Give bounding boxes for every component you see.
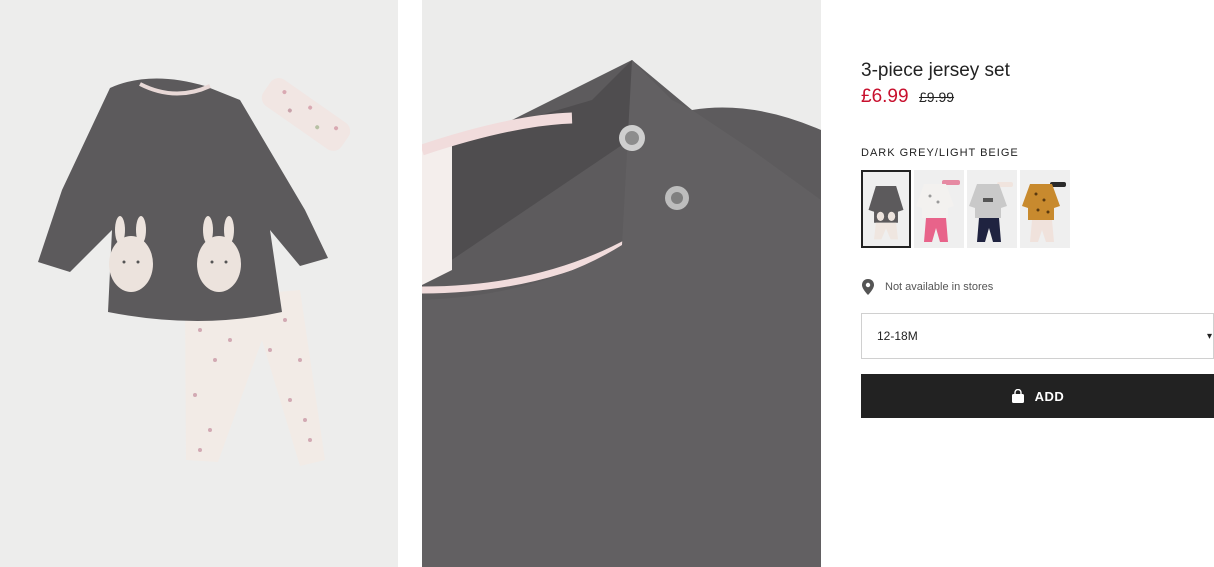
store-availability: Not available in stores <box>861 279 993 295</box>
color-swatch-list <box>861 170 1070 248</box>
original-price: £9.99 <box>919 89 955 105</box>
color-swatch-grey-navy[interactable] <box>967 170 1017 248</box>
location-pin-icon <box>861 279 875 295</box>
product-photo-outfit <box>38 78 351 466</box>
product-photo-closeup <box>422 0 821 567</box>
price-block: £6.99 £9.99 <box>861 86 954 108</box>
size-selected-value: 12-18M <box>877 329 918 343</box>
size-select[interactable]: 12-18M ▾ <box>861 313 1214 359</box>
color-swatch-ochre-leopard[interactable] <box>1020 170 1070 248</box>
add-button-label: ADD <box>1034 388 1065 404</box>
shopping-bag-icon <box>1011 388 1025 403</box>
selected-color-label: DARK GREY/LIGHT BEIGE <box>861 147 1019 159</box>
caret-down-icon: ▾ <box>1206 330 1212 342</box>
swatch-thumbnail <box>1022 182 1066 242</box>
swatch-thumbnail <box>868 186 904 240</box>
product-title: 3-piece jersey set <box>861 60 1010 81</box>
color-swatch-dark-grey[interactable] <box>861 170 911 248</box>
product-image-detail[interactable] <box>422 0 821 567</box>
sale-price: £6.99 <box>861 86 909 107</box>
swatch-thumbnail <box>916 180 960 242</box>
product-image-main[interactable] <box>0 0 398 567</box>
swatch-thumbnail <box>969 182 1013 242</box>
availability-text: Not available in stores <box>885 281 994 293</box>
add-to-bag-button[interactable]: ADD <box>861 374 1214 418</box>
color-swatch-white-floral[interactable] <box>914 170 964 248</box>
product-info-panel: 3-piece jersey set £6.99 £9.99 DARK GREY… <box>861 0 1214 567</box>
